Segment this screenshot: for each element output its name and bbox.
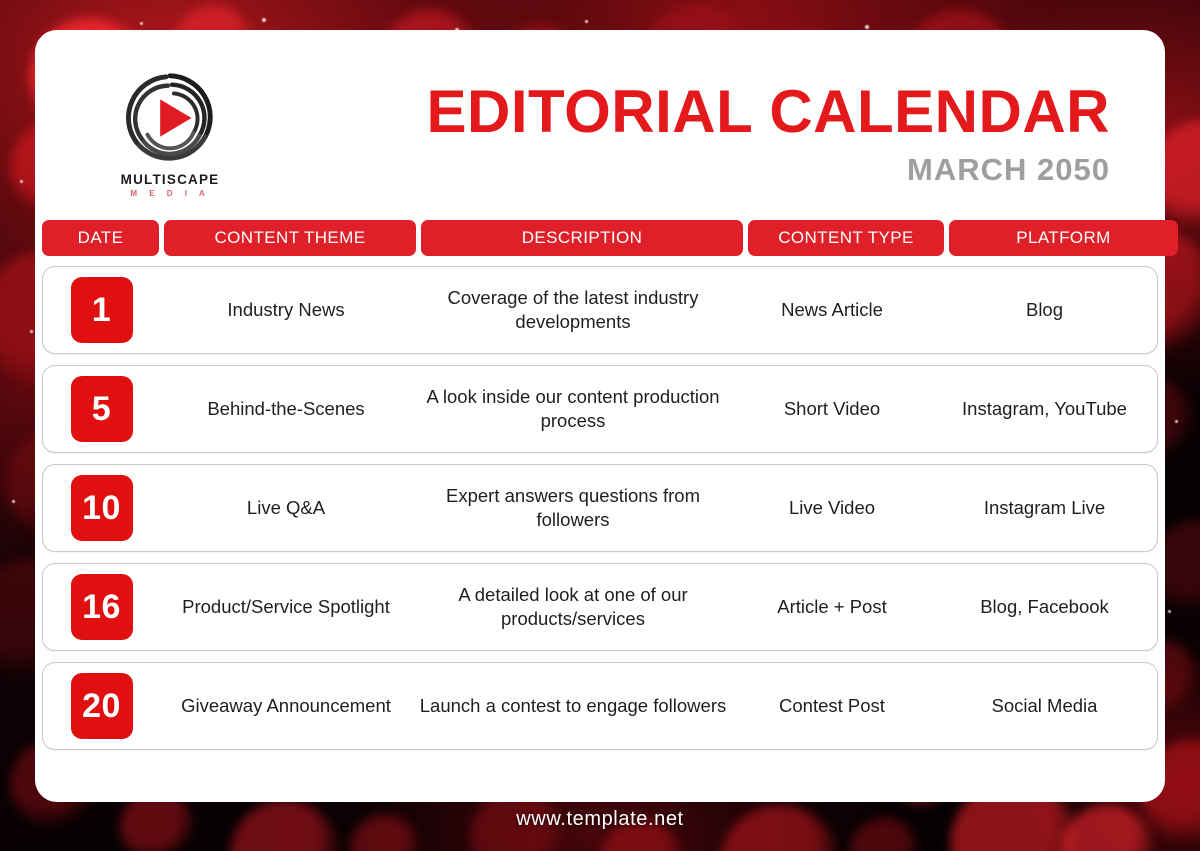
row-type-cell: Contest Post [779, 694, 885, 716]
row-desc-cell: Coverage of the latest industry developm… [447, 286, 699, 332]
brand-tagline: M E D I A [130, 189, 210, 198]
date-badge: 20 [70, 673, 133, 739]
title-block: EDITORIAL CALENDAR MARCH 2050 [426, 78, 1110, 187]
row-desc-cell: Expert answers questions from followers [446, 484, 700, 530]
brand-name: MULTISCAPE [120, 172, 220, 187]
row-platform-cell: Social Media [991, 694, 1098, 716]
card-header: MULTISCAPE M E D I A EDITORIAL CALENDAR … [35, 30, 1165, 220]
row-theme-cell: Industry News [227, 298, 345, 320]
table-row[interactable]: 16 Product/Service Spotlight A detailed lo… [42, 563, 1158, 651]
date-badge: 16 [70, 574, 133, 640]
table-header-platform[interactable]: PLATFORM [949, 220, 1178, 256]
calendar-table: DATE CONTENT THEME DESCRIPTION CONTENT TYPE… [42, 220, 1178, 761]
row-theme-cell: Live Q&A [246, 496, 326, 518]
row-type-cell: Article + Post [777, 595, 887, 617]
table-header-row: DATE CONTENT THEME DESCRIPTION CONTENT TYPE… [42, 220, 1178, 256]
row-desc-cell: A detailed look at one of our products/s… [458, 583, 688, 629]
date-badge: 1 [70, 277, 133, 343]
row-type-cell: Short Video [783, 397, 881, 419]
table-row[interactable]: 1 Industry News Coverage of the latest ind… [42, 266, 1158, 354]
table-header-theme[interactable]: CONTENT THEME [164, 220, 416, 256]
row-platform-cell: Blog, Facebook [980, 595, 1109, 617]
row-date-cell: 16 [43, 564, 160, 650]
row-type-cell: News Article [781, 298, 883, 320]
row-platform-cell: Blog [1025, 298, 1064, 320]
row-theme-cell: Behind-the-Scenes [207, 397, 365, 419]
table-header-type[interactable]: CONTENT TYPE [748, 220, 944, 256]
row-date-cell: 1 [43, 267, 160, 353]
table-row[interactable]: 20 Giveaway Announcement Launch a contest … [42, 662, 1158, 750]
play-triangle-swirl-icon [121, 68, 219, 166]
table-header-date[interactable]: DATE [42, 220, 159, 256]
page-title: EDITORIAL CALENDAR [426, 78, 1110, 145]
row-date-cell: 5 [43, 366, 160, 452]
row-date-cell: 10 [43, 465, 160, 551]
row-type-cell: Live Video [788, 496, 876, 518]
calendar-card: MULTISCAPE M E D I A EDITORIAL CALENDAR … [35, 30, 1178, 802]
row-platform-cell: Instagram Live [983, 496, 1106, 518]
row-platform-cell: Instagram, YouTube [962, 397, 1127, 419]
table-row[interactable]: 10 Live Q&A Expert answers questions from … [42, 464, 1158, 552]
table-row[interactable]: 5 Behind-the-Scenes A look inside our cont… [42, 365, 1158, 453]
page-subtitle: MARCH 2050 [907, 152, 1110, 187]
row-theme-cell: Product/Service Spotlight [182, 595, 390, 617]
date-badge: 5 [70, 376, 133, 442]
footer-url[interactable]: www.template.net [0, 808, 1200, 831]
row-desc-cell: Launch a contest to engage followers [419, 694, 727, 716]
row-desc-cell: A look inside our content production pro… [426, 385, 720, 431]
brand-logo: MULTISCAPE M E D I A [90, 68, 250, 198]
table-header-desc[interactable]: DESCRIPTION [421, 220, 743, 256]
row-date-cell: 20 [43, 663, 160, 749]
row-theme-cell: Giveaway Announcement [181, 694, 391, 716]
table-body: 1 Industry News Coverage of the latest ind… [42, 266, 1158, 750]
editorial-calendar-page: MULTISCAPE M E D I A EDITORIAL CALENDAR … [0, 0, 1200, 851]
date-badge: 10 [70, 475, 133, 541]
